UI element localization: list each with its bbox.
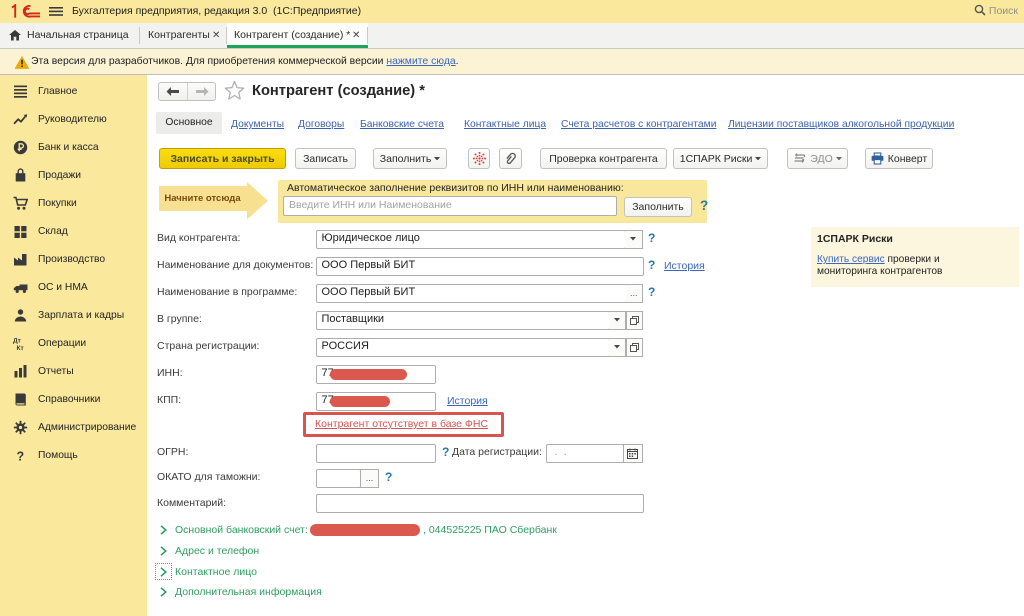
svg-text:?: ? (17, 449, 25, 463)
svg-text:Дт: Дт (13, 337, 21, 344)
svg-text:Кт: Кт (17, 345, 24, 351)
